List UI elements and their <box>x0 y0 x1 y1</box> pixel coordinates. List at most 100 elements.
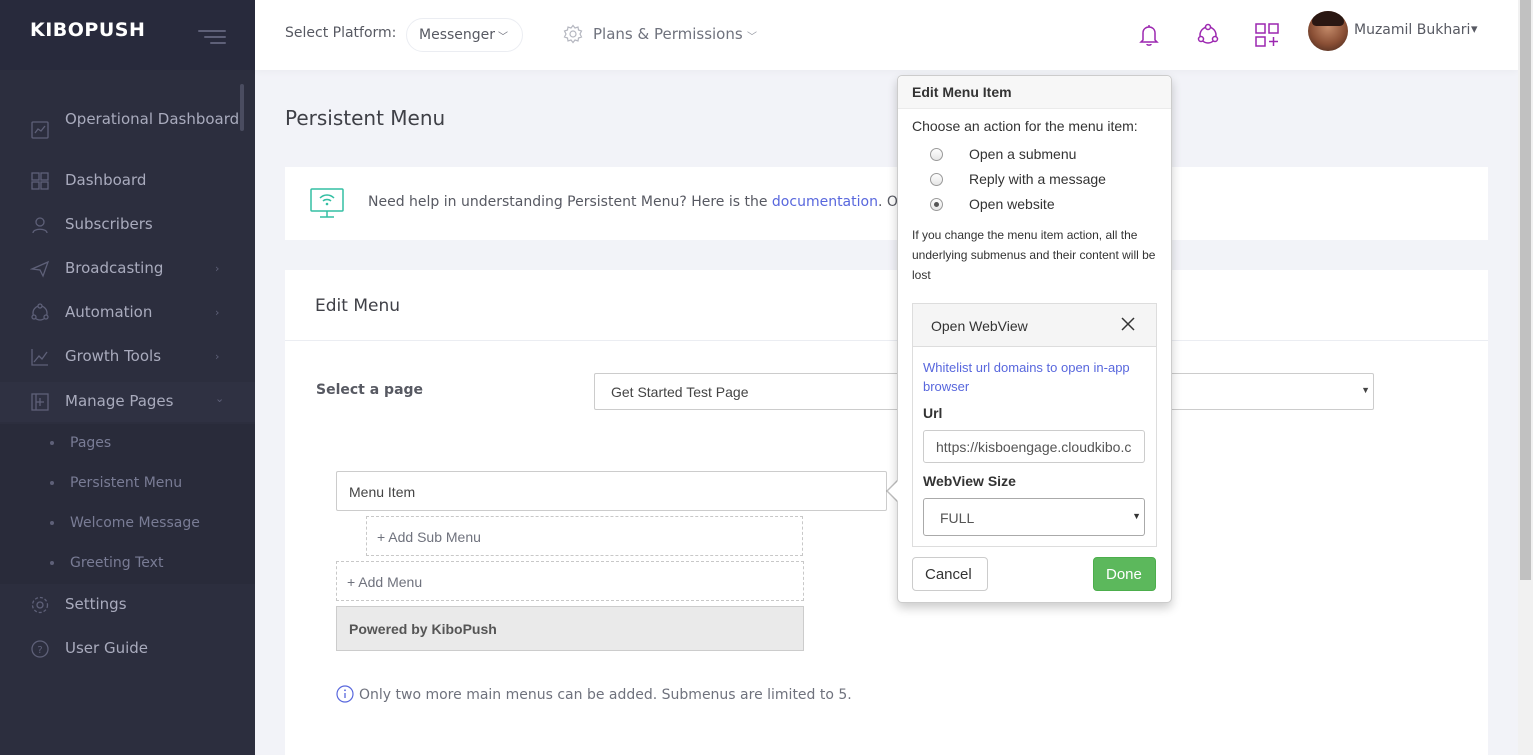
platform-select[interactable]: Messenger ﹀ <box>406 18 523 52</box>
brand-bar: KIBOPUSH <box>0 0 255 70</box>
platform-value: Messenger <box>419 27 496 43</box>
whitelist-domains-link[interactable]: Whitelist url domains to open in-app bro… <box>923 358 1143 396</box>
page-title: Persistent Menu <box>285 106 446 130</box>
chevron-right-icon: › <box>215 306 220 319</box>
apps-icon[interactable] <box>1254 22 1280 48</box>
sidebar-subitem-persistent-menu[interactable]: Persistent Menu <box>0 473 255 493</box>
edit-menu-title: Edit Menu <box>315 296 400 316</box>
sidebar-item-label: Settings <box>65 595 127 613</box>
user-name[interactable]: Muzamil Bukhari <box>1354 22 1470 38</box>
caret-down-icon: ▼ <box>1132 511 1141 521</box>
radio-button-checked[interactable] <box>930 198 943 211</box>
chevron-down-icon: ⌄ <box>215 392 225 405</box>
note-text: Only two more main menus can be added. S… <box>359 687 852 703</box>
sidebar-item-dashboard[interactable]: Dashboard <box>0 170 255 192</box>
topbar: Select Platform: Messenger ﹀ Plans & Per… <box>255 0 1518 70</box>
bullet-dot <box>50 481 54 485</box>
sidebar-item-settings[interactable]: Settings <box>0 594 255 616</box>
bell-icon[interactable] <box>1136 22 1162 48</box>
sidebar-subitem-greeting-text[interactable]: Greeting Text <box>0 553 255 573</box>
sidebar-item-label: Dashboard <box>65 171 147 189</box>
add-sub-menu-button[interactable]: + Add Sub Menu <box>366 516 803 556</box>
sidebar-item-label: Subscribers <box>65 215 153 233</box>
info-icon <box>336 685 354 703</box>
close-icon[interactable] <box>1119 315 1137 333</box>
sidebar-item-broadcasting[interactable]: Broadcasting › <box>0 258 255 280</box>
url-label: Url <box>923 405 943 421</box>
select-page-label: Select a page <box>316 382 424 398</box>
popover-prompt: Choose an action for the menu item: <box>912 118 1138 134</box>
user-icon <box>30 215 50 235</box>
action-change-warning: If you change the menu item action, all … <box>912 228 1156 282</box>
documentation-link[interactable]: documentation <box>772 194 878 210</box>
chart-icon <box>30 120 50 140</box>
sidebar-subitem-label: Greeting Text <box>70 555 164 571</box>
sidebar-item-manage-pages[interactable]: Manage Pages ⌄ <box>0 382 255 422</box>
platform-label: Select Platform: <box>285 25 397 41</box>
menu-toggle-icon[interactable] <box>198 27 226 45</box>
caret-down-icon: ▼ <box>1361 385 1370 395</box>
sidebar-item-user-guide[interactable]: ? User Guide <box>0 638 255 660</box>
monitor-wifi-icon <box>309 185 345 221</box>
network-icon[interactable] <box>1195 22 1221 48</box>
page-scrollbar-thumb[interactable] <box>1520 0 1531 580</box>
webview-size-select[interactable]: FULL ▼ <box>923 498 1145 536</box>
sidebar-item-label: Broadcasting <box>65 259 164 277</box>
open-webview-card: Open WebView Whitelist url domains to op… <box>912 303 1157 547</box>
gear-icon <box>30 595 50 615</box>
pages-icon <box>30 392 50 412</box>
grid-icon <box>30 171 50 191</box>
radio-button[interactable] <box>930 148 943 161</box>
sidebar-item-growth-tools[interactable]: Growth Tools › <box>0 346 255 368</box>
sidebar-item-label: Automation <box>65 303 153 321</box>
sidebar-subitem-label: Persistent Menu <box>70 475 183 491</box>
menu-item-button[interactable]: Menu Item <box>336 471 887 511</box>
cancel-button[interactable]: Cancel <box>912 557 988 591</box>
sidebar-subitem-label: Pages <box>70 435 112 451</box>
help-text: Need help in understanding Persistent Me… <box>368 194 916 210</box>
chevron-right-icon: › <box>215 350 220 363</box>
chevron-down-icon: ﹀ <box>747 32 757 43</box>
popover-arrow-inner <box>888 481 898 501</box>
selected-page: Get Started Test Page <box>611 384 749 400</box>
sidebar-item-automation[interactable]: Automation › <box>0 302 255 324</box>
edit-menu-item-popover: Edit Menu Item Choose an action for the … <box>897 75 1172 603</box>
avatar[interactable] <box>1308 11 1348 51</box>
add-menu-button[interactable]: + Add Menu <box>336 561 804 601</box>
webview-title: Open WebView <box>931 318 1028 334</box>
chevron-down-icon[interactable]: ▾ <box>1471 22 1478 37</box>
sidebar-item-label: Manage Pages <box>65 392 174 410</box>
sidebar-item-subscribers[interactable]: Subscribers <box>0 214 255 236</box>
chevron-right-icon: › <box>215 262 220 275</box>
bullet-dot <box>50 441 54 445</box>
option-label: Reply with a message <box>969 171 1106 187</box>
sidebar-item-label: User Guide <box>65 639 149 657</box>
bullet-dot <box>50 561 54 565</box>
webview-size-label: WebView Size <box>923 473 1016 489</box>
gear-icon <box>563 24 583 44</box>
sidebar-item-operational-dashboard[interactable]: Operational Dashboard <box>0 109 255 151</box>
sidebar-subitem-label: Welcome Message <box>70 515 200 531</box>
plans-label: Plans & Permissions <box>593 25 743 43</box>
automation-icon <box>30 303 50 323</box>
popover-title: Edit Menu Item <box>898 76 1171 109</box>
sidebar-subitem-pages[interactable]: Pages <box>0 433 255 453</box>
bullet-dot <box>50 521 54 525</box>
sidebar-item-label: Operational Dashboard <box>65 110 240 128</box>
growth-icon <box>30 347 50 367</box>
option-label: Open website <box>969 196 1055 212</box>
send-icon <box>29 259 50 279</box>
sidebar-subitem-welcome-message[interactable]: Welcome Message <box>0 513 255 533</box>
svg-text:?: ? <box>37 645 42 656</box>
sidebar: KIBOPUSH Operational Dashboard Dashboard… <box>0 0 255 755</box>
edit-menu-header: Edit Menu <box>285 270 1488 341</box>
url-input[interactable]: https://kisboengage.cloudkibo.c <box>923 430 1145 463</box>
done-button[interactable]: Done <box>1093 557 1156 591</box>
sidebar-item-label: Growth Tools <box>65 347 162 365</box>
powered-by-item: Powered by KiboPush <box>336 606 804 651</box>
chevron-down-icon: ﹀ <box>498 32 508 43</box>
help-icon: ? <box>30 639 50 659</box>
radio-button[interactable] <box>930 173 943 186</box>
edit-menu-card: Edit Menu Select a page Get Started Test… <box>285 270 1488 755</box>
brand-logo[interactable]: KIBOPUSH <box>30 19 145 41</box>
